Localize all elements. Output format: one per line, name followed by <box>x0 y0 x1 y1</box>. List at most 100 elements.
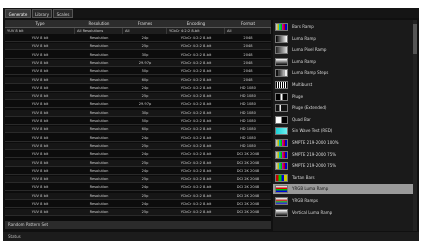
column-header-frames[interactable]: Frames <box>123 20 167 27</box>
table-row[interactable]: YUV 8 bit Resolution 60p YCbCr 4:2:2 8-bit 2… <box>5 76 271 84</box>
table-cell: YCbCr 4:2:2 8-bit <box>180 52 212 57</box>
pattern-item[interactable]: Pluge (Extended) <box>273 103 417 113</box>
tab-generate[interactable]: Generate <box>5 9 31 18</box>
pattern-item[interactable]: Tartan Bars <box>273 173 417 183</box>
pattern-item[interactable]: Vertical Luma Ramp <box>273 208 417 218</box>
table-cell: 2048 <box>243 60 253 65</box>
tab-scales[interactable]: Scales <box>53 9 73 18</box>
pattern-item[interactable]: YRGB Luma Ramp <box>273 184 417 195</box>
pattern-item[interactable]: SMPTE 219-2000 75% <box>273 150 417 160</box>
table-row[interactable]: YUV 8 bit Resolution 60p YCbCr 4:2:2 8-bit H… <box>5 126 271 134</box>
table-cell: YCbCr 4:2:2 8-bit <box>180 193 212 198</box>
table-cell: HD 1080 <box>240 119 256 123</box>
column-header-format[interactable]: Format <box>225 20 271 27</box>
pattern-set-bar[interactable]: Random Pattern Set <box>5 221 271 229</box>
table-row[interactable]: YUV 8 bit Resolution 30p YCbCr 4:2:2 8-bit H… <box>5 109 271 117</box>
tab-library[interactable]: Library <box>32 9 52 18</box>
table-cell: Resolution <box>89 127 109 132</box>
pattern-item[interactable]: Luma Ramp <box>273 34 417 44</box>
pattern-item[interactable]: Sin Wave Test (RED) <box>273 126 417 136</box>
pattern-item[interactable]: Quad Bar <box>273 115 417 125</box>
table-cell: 25p <box>141 94 149 99</box>
pattern-label: Bars Ramp <box>292 24 314 29</box>
table-row[interactable]: YUV 8 bit Resolution 50p YCbCr 4:2:2 8-bit H… <box>5 118 271 125</box>
pattern-item[interactable]: YRGB Ramps <box>273 196 417 206</box>
table-row[interactable]: YUV 8 bit Resolution 29.97p YCbCr 4:2:2 8-b… <box>5 59 271 67</box>
pattern-item[interactable]: SMPTE 219-2000 75% <box>273 161 417 171</box>
status-bar: Status <box>3 232 419 241</box>
table-row[interactable]: YUV 8 bit Resolution 25p YCbCr 4:2:2 8-bit D… <box>5 159 271 167</box>
table-cell: DCI 2K 2048 <box>236 168 260 173</box>
table-cell: 24p <box>141 135 149 140</box>
app-root: Generate Library Scales Type Resolution … <box>0 0 422 246</box>
pattern-thumbnail <box>275 46 288 55</box>
table-cell: YUV 8 bit <box>31 210 49 215</box>
table-cell: YCbCr 4:2:2 8-bit <box>180 102 212 107</box>
pattern-item[interactable]: Luma Pixel Ramp <box>273 45 417 55</box>
table-row[interactable]: YUV 8 bit Resolution 24p YCbCr 4:2:2 8-bit D… <box>5 201 271 208</box>
table-cell: YUV 8 bit <box>31 202 49 206</box>
pattern-list-scrollbar[interactable] <box>413 20 417 231</box>
table-cell: DCI 2K 2048 <box>236 160 260 165</box>
table-row[interactable]: YUV 8 bit Resolution 25p YCbCr 4:2:2 8-bit D… <box>5 192 271 200</box>
table-cell: YUV 8 bit <box>31 36 49 40</box>
filter-encoding[interactable]: YCbCr 4:2:2 8-bit <box>167 28 225 34</box>
table-cell: YUV 8 bit <box>31 102 49 107</box>
column-header-resolution[interactable]: Resolution <box>75 20 123 27</box>
table-cell: 25p <box>141 177 149 182</box>
column-header-encoding[interactable]: Encoding <box>167 20 225 27</box>
main-window: Generate Library Scales Type Resolution … <box>3 8 419 241</box>
table-row[interactable]: YUV 8 bit Resolution 29.97p YCbCr 4:2:2 8-b… <box>5 101 271 109</box>
table-row[interactable]: YUV 8 bit Resolution 25p YCbCr 4:2:2 8-bit 2… <box>5 43 271 51</box>
table-cell: Resolution <box>89 177 109 182</box>
table-row[interactable]: YUV 8 bit Resolution 25p YCbCr 4:2:2 8-bit D… <box>5 176 271 184</box>
table-cell: YCbCr 4:2:2 8-bit <box>180 110 212 115</box>
table-cell: YCbCr 4:2:2 8-bit <box>180 85 212 90</box>
filter-type[interactable]: YUV 8 bit <box>5 28 75 34</box>
pattern-thumbnail <box>275 185 288 194</box>
filter-format[interactable]: All <box>225 28 271 34</box>
table-cell: Resolution <box>89 110 109 115</box>
table-cell: HD 1080 <box>240 94 256 99</box>
table-cell: 25p <box>141 210 149 215</box>
table-cell: Resolution <box>89 193 109 198</box>
table-cell: YUV 8 bit <box>31 69 49 74</box>
table-row[interactable]: YUV 8 bit Resolution 30p YCbCr 4:2:2 8-bit 2… <box>5 52 271 59</box>
pattern-item[interactable]: Luma Ramp Steps <box>273 68 417 78</box>
pattern-thumbnail <box>275 173 288 182</box>
pattern-item[interactable]: Multiburst <box>273 80 417 90</box>
table-cell: Resolution <box>89 94 109 99</box>
column-header-type[interactable]: Type <box>5 20 75 27</box>
table-cell: 29.97p <box>138 60 152 65</box>
table-row[interactable]: YUV 8 bit Resolution 24p YCbCr 4:2:2 8-bit D… <box>5 151 271 159</box>
pattern-item[interactable]: SMPTE 219-2000 100% <box>273 138 417 148</box>
table-cell: 24p <box>141 185 149 190</box>
table-row[interactable]: YUV 8 bit Resolution 24p YCbCr 4:2:2 8-bit 2… <box>5 35 271 42</box>
table-row[interactable]: YUV 8 bit Resolution 25p YCbCr 4:2:2 8-bit H… <box>5 142 271 150</box>
table-cell: YCbCr 4:2:2 8-bit <box>180 94 212 99</box>
table-cell: YCbCr 4:2:2 8-bit <box>180 135 212 140</box>
pattern-label: Tartan Bars <box>292 174 315 180</box>
table-row[interactable]: YUV 8 bit Resolution 25p YCbCr 4:2:2 8-bit D… <box>5 209 271 217</box>
filter-frames[interactable]: All <box>123 28 167 34</box>
table-cell: 24p <box>141 36 149 40</box>
table-cell: YCbCr 4:2:2 8-bit <box>180 77 212 82</box>
table-cell: YUV 8 bit <box>31 160 49 165</box>
table-cell: Resolution <box>89 160 109 165</box>
pattern-item[interactable]: Bars Ramp <box>273 22 417 32</box>
table-row[interactable]: YUV 8 bit Resolution 25p YCbCr 4:2:2 8-bit H… <box>5 93 271 101</box>
pattern-label: Luma Ramp <box>292 35 316 41</box>
pattern-item[interactable]: Luma Ramp <box>273 57 417 67</box>
table-row[interactable]: YUV 8 bit Resolution 24p YCbCr 4:2:2 8-bit D… <box>5 184 271 192</box>
scrollbar-thumb[interactable] <box>413 24 417 54</box>
table-row[interactable]: YUV 8 bit Resolution 50p YCbCr 4:2:2 8-bit 2… <box>5 68 271 76</box>
filter-resolution[interactable]: All Resolutions <box>75 28 123 34</box>
table-cell: Resolution <box>89 202 109 206</box>
table-row[interactable]: YUV 8 bit Resolution 24p YCbCr 4:2:2 8-bit D… <box>5 168 271 175</box>
pattern-thumbnail <box>275 127 288 136</box>
table-row[interactable]: YUV 8 bit Resolution 24p YCbCr 4:2:2 8-bit H… <box>5 85 271 92</box>
table-cell: HD 1080 <box>240 110 256 115</box>
table-row[interactable]: YUV 8 bit Resolution 24p YCbCr 4:2:2 8-bit H… <box>5 135 271 142</box>
pattern-item[interactable]: Pluge <box>273 92 417 102</box>
table-cell: YUV 8 bit <box>31 119 49 123</box>
